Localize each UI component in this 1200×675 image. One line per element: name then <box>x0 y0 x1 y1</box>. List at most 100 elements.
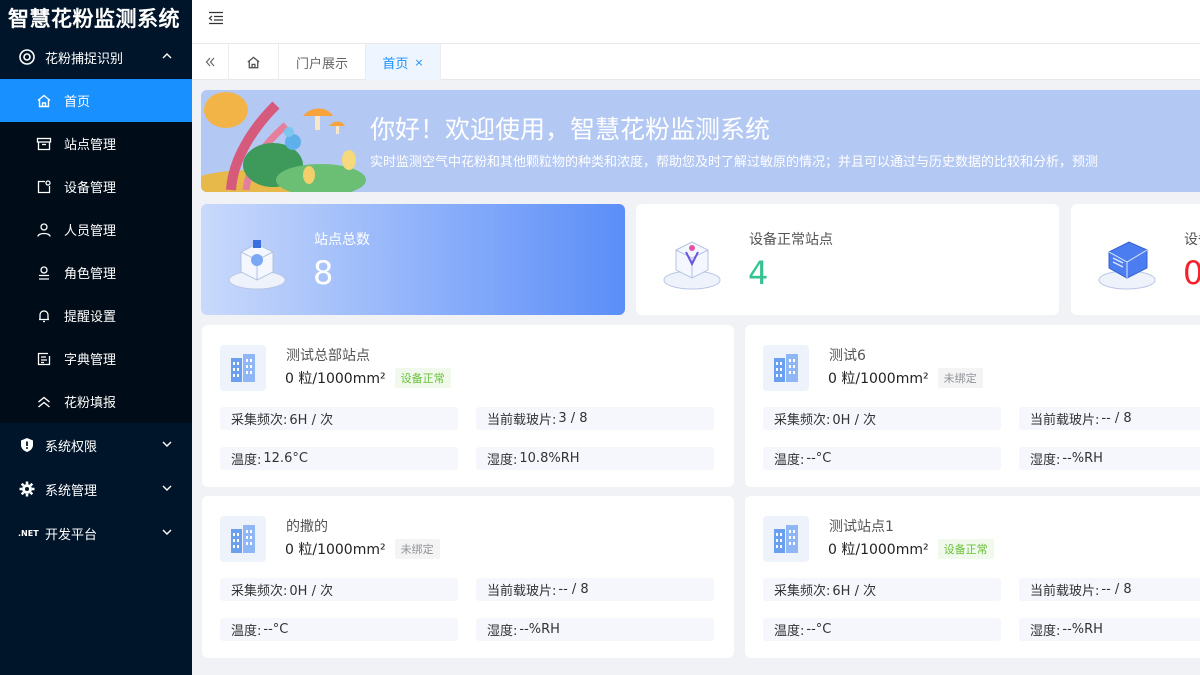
sidebar-item-home[interactable]: 首页 <box>0 79 192 122</box>
info-value: --%RH <box>1062 622 1103 637</box>
double-chevron-left-icon <box>205 57 215 67</box>
tab-home-icon-button[interactable] <box>229 44 279 80</box>
chevron-down-icon <box>160 437 174 451</box>
info-value: 6H / 次 <box>289 413 334 428</box>
building-icon <box>220 516 266 562</box>
status-badge: 未绑定 <box>937 368 983 388</box>
stat-card-normal-device-sites: 设备正常站点 4 <box>636 204 1059 315</box>
collection-frequency: 采集频次: 0H / 次 <box>220 578 458 601</box>
sidebar-item-label: 人员管理 <box>64 224 117 239</box>
gear-icon <box>18 480 36 498</box>
sidebar-item-dictionary-management[interactable]: 字典管理 <box>0 337 192 380</box>
sidebar-item-site-management[interactable]: 站点管理 <box>0 122 192 165</box>
status-badge: 设备正常 <box>937 539 994 559</box>
stat-card-devices: 设备 0 <box>1071 204 1200 315</box>
stat-label: 设备正常站点 <box>749 232 833 248</box>
tab-label: 门户展示 <box>295 56 348 72</box>
device-cube-icon <box>663 241 721 290</box>
info-key: 当前载玻片: <box>487 584 557 599</box>
menu-fold-icon[interactable] <box>206 8 226 28</box>
device-server-icon <box>1098 241 1156 290</box>
sidebar: 智慧花粉监测系统 花粉捕捉识别 首页 站点管理 设备管理 人员管理 角色管理 提… <box>0 0 192 675</box>
pollen-count: 0 粒/1000mm² 设备正常 <box>285 368 451 388</box>
info-key: 温度: <box>774 453 805 468</box>
temperature: 温度: --°C <box>763 618 1001 641</box>
top-bar <box>192 0 1200 44</box>
sidebar-item-role-management[interactable]: 角色管理 <box>0 251 192 294</box>
menu-group-pollen-capture[interactable]: 花粉捕捉识别 <box>0 35 192 79</box>
menu-group-label: 系统权限 <box>45 439 98 455</box>
info-value: 12.6°C <box>263 451 308 466</box>
sidebar-item-pollen-report[interactable]: 花粉填报 <box>0 380 192 423</box>
sidebar-item-personnel-management[interactable]: 人员管理 <box>0 208 192 251</box>
menu-group-label: 系统管理 <box>45 483 98 499</box>
tabs-scroll-left-button[interactable] <box>192 44 229 80</box>
dotnet-icon: .NET <box>18 528 39 538</box>
stat-value: 8 <box>313 254 334 292</box>
stat-value: 0 <box>1183 254 1200 292</box>
building-icon <box>763 345 809 391</box>
station-name: 的撒的 <box>286 519 328 535</box>
sidebar-item-label: 角色管理 <box>64 267 117 282</box>
current-slide: 当前载玻片: -- / 8 <box>1019 407 1200 430</box>
chevron-down-icon <box>160 481 174 495</box>
pollen-count-value: 0 粒/1000mm² <box>828 542 929 558</box>
home-icon <box>35 92 53 110</box>
temperature: 温度: 12.6°C <box>220 447 458 470</box>
info-value: 0H / 次 <box>289 584 334 599</box>
pollen-count: 0 粒/1000mm² 未绑定 <box>285 539 440 559</box>
station-card[interactable]: 的撒的 0 粒/1000mm² 未绑定 采集频次: 0H / 次 当前载玻片: -- … <box>202 496 734 658</box>
station-card[interactable]: 测试站点1 0 粒/1000mm² 设备正常 采集频次: 6H / 次 当前载玻片:… <box>745 496 1200 658</box>
info-value: 10.8%RH <box>519 451 580 466</box>
collection-frequency: 采集频次: 0H / 次 <box>763 407 1001 430</box>
tab-portal-display[interactable]: 门户展示 <box>279 44 366 80</box>
home-icon <box>247 55 260 68</box>
device-icon <box>35 178 53 196</box>
current-slide: 当前载玻片: -- / 8 <box>1019 578 1200 601</box>
pollen-count-value: 0 粒/1000mm² <box>828 371 929 387</box>
info-key: 采集频次: <box>774 413 831 428</box>
info-value: 3 / 8 <box>558 411 588 426</box>
stat-value: 4 <box>748 254 769 292</box>
info-key: 采集频次: <box>231 584 288 599</box>
info-key: 采集频次: <box>774 584 831 599</box>
sidebar-item-device-management[interactable]: 设备管理 <box>0 165 192 208</box>
banner-subtitle: 实时监测空气中花粉和其他颗粒物的种类和浓度，帮助您及时了解过敏原的情况；并且可以… <box>370 155 1099 170</box>
info-key: 当前载玻片: <box>1030 584 1100 599</box>
info-value: -- / 8 <box>1101 582 1132 597</box>
info-value: -- / 8 <box>558 582 589 597</box>
tab-close-icon[interactable]: × <box>414 56 423 69</box>
building-icon <box>763 516 809 562</box>
station-card[interactable]: 测试6 0 粒/1000mm² 未绑定 采集频次: 0H / 次 当前载玻片: -- … <box>745 325 1200 487</box>
archive-icon <box>35 135 53 153</box>
sidebar-item-label: 花粉填报 <box>64 396 117 411</box>
banner-title: 你好！欢迎使用，智慧花粉监测系统 <box>370 115 771 144</box>
pollen-count: 0 粒/1000mm² 设备正常 <box>828 539 994 559</box>
sidebar-item-label: 站点管理 <box>64 138 117 153</box>
bell-icon <box>35 307 53 325</box>
stat-card-total-sites: 站点总数 8 <box>201 204 625 315</box>
user-role-icon <box>35 264 53 282</box>
info-value: --°C <box>806 622 832 637</box>
shield-icon <box>18 436 36 454</box>
info-value: 6H / 次 <box>832 584 877 599</box>
info-key: 温度: <box>231 624 262 639</box>
info-value: -- / 8 <box>1101 411 1132 426</box>
sidebar-item-label: 设备管理 <box>64 181 117 196</box>
double-chevron-up-icon <box>35 393 53 411</box>
station-cube-icon <box>228 240 286 290</box>
target-icon <box>18 48 36 66</box>
stat-label: 站点总数 <box>314 232 370 248</box>
temperature: 温度: --°C <box>763 447 1001 470</box>
sidebar-item-reminder-settings[interactable]: 提醒设置 <box>0 294 192 337</box>
tab-home-page[interactable]: 首页 × <box>366 44 441 80</box>
station-card[interactable]: 测试总部站点 0 粒/1000mm² 设备正常 采集频次: 6H / 次 当前载玻片… <box>202 325 734 487</box>
sidebar-item-label: 提醒设置 <box>64 310 117 325</box>
chevron-down-icon <box>160 525 174 539</box>
menu-group-dev-platform[interactable]: .NET 开发平台 <box>0 511 192 555</box>
menu-group-system-management[interactable]: 系统管理 <box>0 467 192 511</box>
menu-group-system-permissions[interactable]: 系统权限 <box>0 423 192 467</box>
humidity: 湿度: --%RH <box>1019 447 1200 470</box>
info-value: --%RH <box>1062 451 1103 466</box>
building-icon <box>220 345 266 391</box>
